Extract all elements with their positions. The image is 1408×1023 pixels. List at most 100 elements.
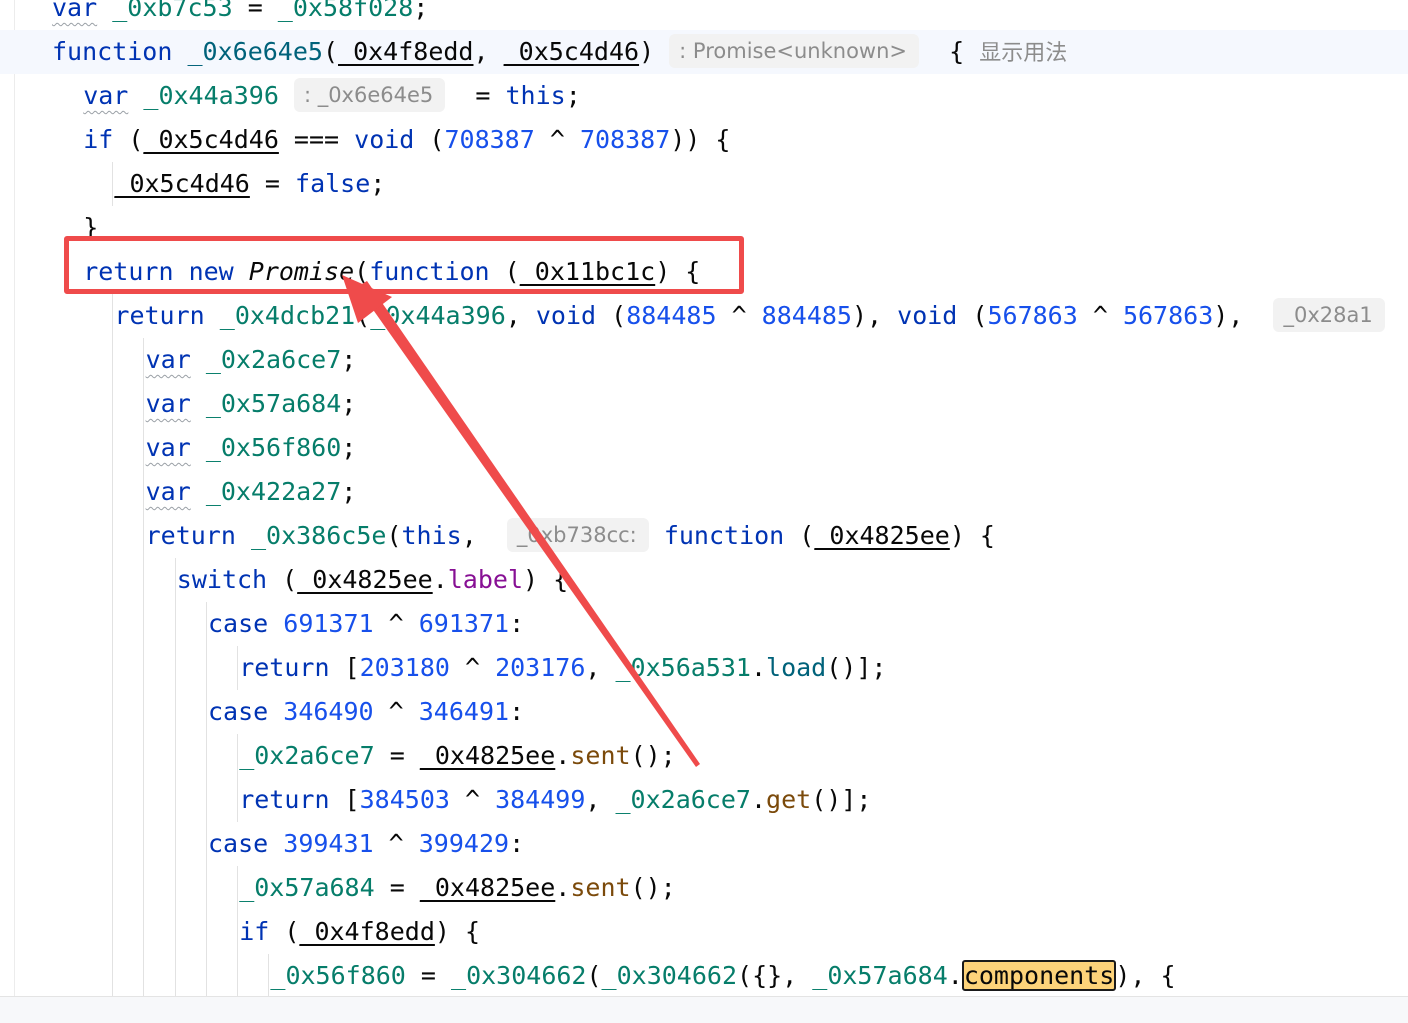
code-token: 884485 bbox=[761, 301, 852, 330]
indent-guide bbox=[143, 778, 145, 822]
code-token: _0x57a684 bbox=[812, 961, 948, 990]
code-token: . bbox=[750, 653, 767, 682]
code-token: ( bbox=[355, 301, 371, 330]
line-function-declaration[interactable]: function _0x6e64e5(_0x4f8edd, _0x5c4d46)… bbox=[0, 30, 1408, 74]
code-text: var _0x422a27; bbox=[146, 470, 357, 514]
code-token: { bbox=[919, 37, 980, 66]
code-token: label bbox=[447, 565, 524, 594]
code-token: _0x56a531 bbox=[615, 653, 751, 682]
code-token: ; bbox=[341, 433, 357, 462]
indent-guide bbox=[112, 954, 114, 996]
code-text: _0x57a684 = _0x4825ee.sent(); bbox=[239, 866, 676, 910]
line-assign-57a684[interactable]: _0x57a684 = _0x4825ee.sent(); bbox=[0, 866, 1408, 910]
line-assign-2a6ce7[interactable]: _0x2a6ce7 = _0x4825ee.sent(); bbox=[0, 734, 1408, 778]
code-token: ; bbox=[370, 169, 386, 198]
code-token: switch bbox=[176, 565, 268, 594]
line-return-load[interactable]: return [203180 ^ 203176, _0x56a531.load(… bbox=[0, 646, 1408, 690]
indent-guide bbox=[143, 866, 145, 910]
indent-guide bbox=[143, 910, 145, 954]
line-case-1[interactable]: case 691371 ^ 691371: bbox=[0, 602, 1408, 646]
code-token: var bbox=[145, 389, 191, 418]
code-token: ), bbox=[1213, 301, 1274, 330]
indent-guide bbox=[237, 646, 238, 690]
line-return-386c5e[interactable]: return _0x386c5e(this, _0xb738cc: functi… bbox=[0, 514, 1408, 558]
code-token: === bbox=[278, 125, 355, 154]
code-token: _0x44a396 bbox=[370, 301, 506, 330]
code-text: if (_0x5c4d46 === void (708387 ^ 708387)… bbox=[83, 118, 730, 162]
line-if-check[interactable]: if (_0x5c4d46 === void (708387 ^ 708387)… bbox=[0, 118, 1408, 162]
code-token: ) { bbox=[523, 565, 569, 594]
show-usages-link[interactable]: 显示用法 bbox=[979, 41, 1067, 66]
code-token: ; bbox=[341, 389, 357, 418]
code-token: ^ bbox=[1077, 301, 1123, 330]
line-return-generator[interactable]: return _0x4dcb21(_0x44a396, void (884485… bbox=[0, 294, 1408, 338]
line-var-this[interactable]: var _0x44a396 : _0x6e64e5 = this; bbox=[0, 74, 1408, 118]
line-var-0xb7c53[interactable]: var _0xb7c53 = _0x58f028; bbox=[0, 0, 1408, 30]
line-close-brace[interactable]: } bbox=[0, 206, 1408, 250]
code-token: (); bbox=[630, 873, 676, 902]
code-editor[interactable]: var _0xb7c53 = _0x58f028; function _0x6e6… bbox=[0, 0, 1408, 996]
indent-guide bbox=[174, 690, 176, 734]
line-assign-56f860[interactable]: _0x56f860 = _0x304662(_0x304662({}, _0x5… bbox=[0, 954, 1408, 996]
indent-guide bbox=[205, 646, 207, 690]
line-case-3[interactable]: case 399431 ^ 399429: bbox=[0, 822, 1408, 866]
code-token: [ bbox=[329, 785, 360, 814]
line-var-0x56f860[interactable]: var _0x56f860; bbox=[0, 426, 1408, 470]
code-token: )) { bbox=[670, 125, 731, 154]
code-token: = bbox=[405, 961, 452, 990]
indent-guide bbox=[174, 910, 176, 954]
line-var-0x422a27[interactable]: var _0x422a27; bbox=[0, 470, 1408, 514]
code-token: 691371 bbox=[283, 609, 374, 638]
code-text: return _0x4dcb21(_0x44a396, void (884485… bbox=[114, 294, 1385, 338]
line-if-4f8edd[interactable]: if (_0x4f8edd) { bbox=[0, 910, 1408, 954]
line-switch-label[interactable]: switch (_0x4825ee.label) { bbox=[0, 558, 1408, 602]
code-token: 346490 bbox=[283, 697, 374, 726]
code-token: ( bbox=[113, 125, 144, 154]
inlay-hint: _0x28a1 bbox=[1273, 298, 1385, 332]
code-token: = bbox=[232, 0, 278, 22]
code-token: _0x56f860 bbox=[205, 433, 342, 462]
code-token: 884485 bbox=[626, 301, 717, 330]
indent-guide bbox=[205, 866, 207, 910]
line-case-2[interactable]: case 346490 ^ 346491: bbox=[0, 690, 1408, 734]
indent-guide bbox=[112, 602, 114, 646]
line-var-0x2a6ce7[interactable]: var _0x2a6ce7; bbox=[0, 338, 1408, 382]
code-token: ( bbox=[596, 301, 627, 330]
line-return-new-promise[interactable]: return new Promise(function (_0x11bc1c) … bbox=[0, 250, 1408, 294]
indent-guide bbox=[112, 866, 114, 910]
code-token: 691371 bbox=[418, 609, 510, 638]
indent-guide bbox=[112, 294, 114, 338]
indent-guide bbox=[112, 734, 114, 778]
code-token: 346491 bbox=[418, 697, 510, 726]
line-assign-false[interactable]: _0x5c4d46 = false; bbox=[0, 162, 1408, 206]
code-token: void bbox=[354, 125, 415, 154]
code-text: function _0x6e64e5(_0x4f8edd, _0x5c4d46)… bbox=[52, 30, 1067, 76]
code-text: _0x2a6ce7 = _0x4825ee.sent(); bbox=[239, 734, 676, 778]
code-token: _0x2a6ce7 bbox=[205, 345, 342, 374]
line-return-get[interactable]: return [384503 ^ 384499, _0x2a6ce7.get()… bbox=[0, 778, 1408, 822]
indent-guide bbox=[174, 822, 176, 866]
code-token: : bbox=[509, 609, 525, 638]
code-token: _0x4f8edd bbox=[338, 37, 474, 66]
code-token: if bbox=[239, 917, 270, 946]
code-token: var bbox=[145, 477, 191, 506]
code-token: return bbox=[239, 653, 330, 682]
code-token: 708387 bbox=[579, 125, 671, 154]
indent-guide bbox=[143, 690, 145, 734]
indent-guide bbox=[143, 514, 145, 558]
code-token: return bbox=[239, 785, 330, 814]
code-token: , bbox=[585, 785, 616, 814]
code-token: _0x2a6ce7 bbox=[615, 785, 751, 814]
code-text: var _0xb7c53 = _0x58f028; bbox=[52, 0, 428, 30]
line-var-0x57a684[interactable]: var _0x57a684; bbox=[0, 382, 1408, 426]
code-token: sent bbox=[570, 873, 631, 902]
indent-guide bbox=[237, 910, 238, 954]
indent-guide bbox=[174, 734, 176, 778]
code-token: Promise bbox=[248, 257, 355, 286]
